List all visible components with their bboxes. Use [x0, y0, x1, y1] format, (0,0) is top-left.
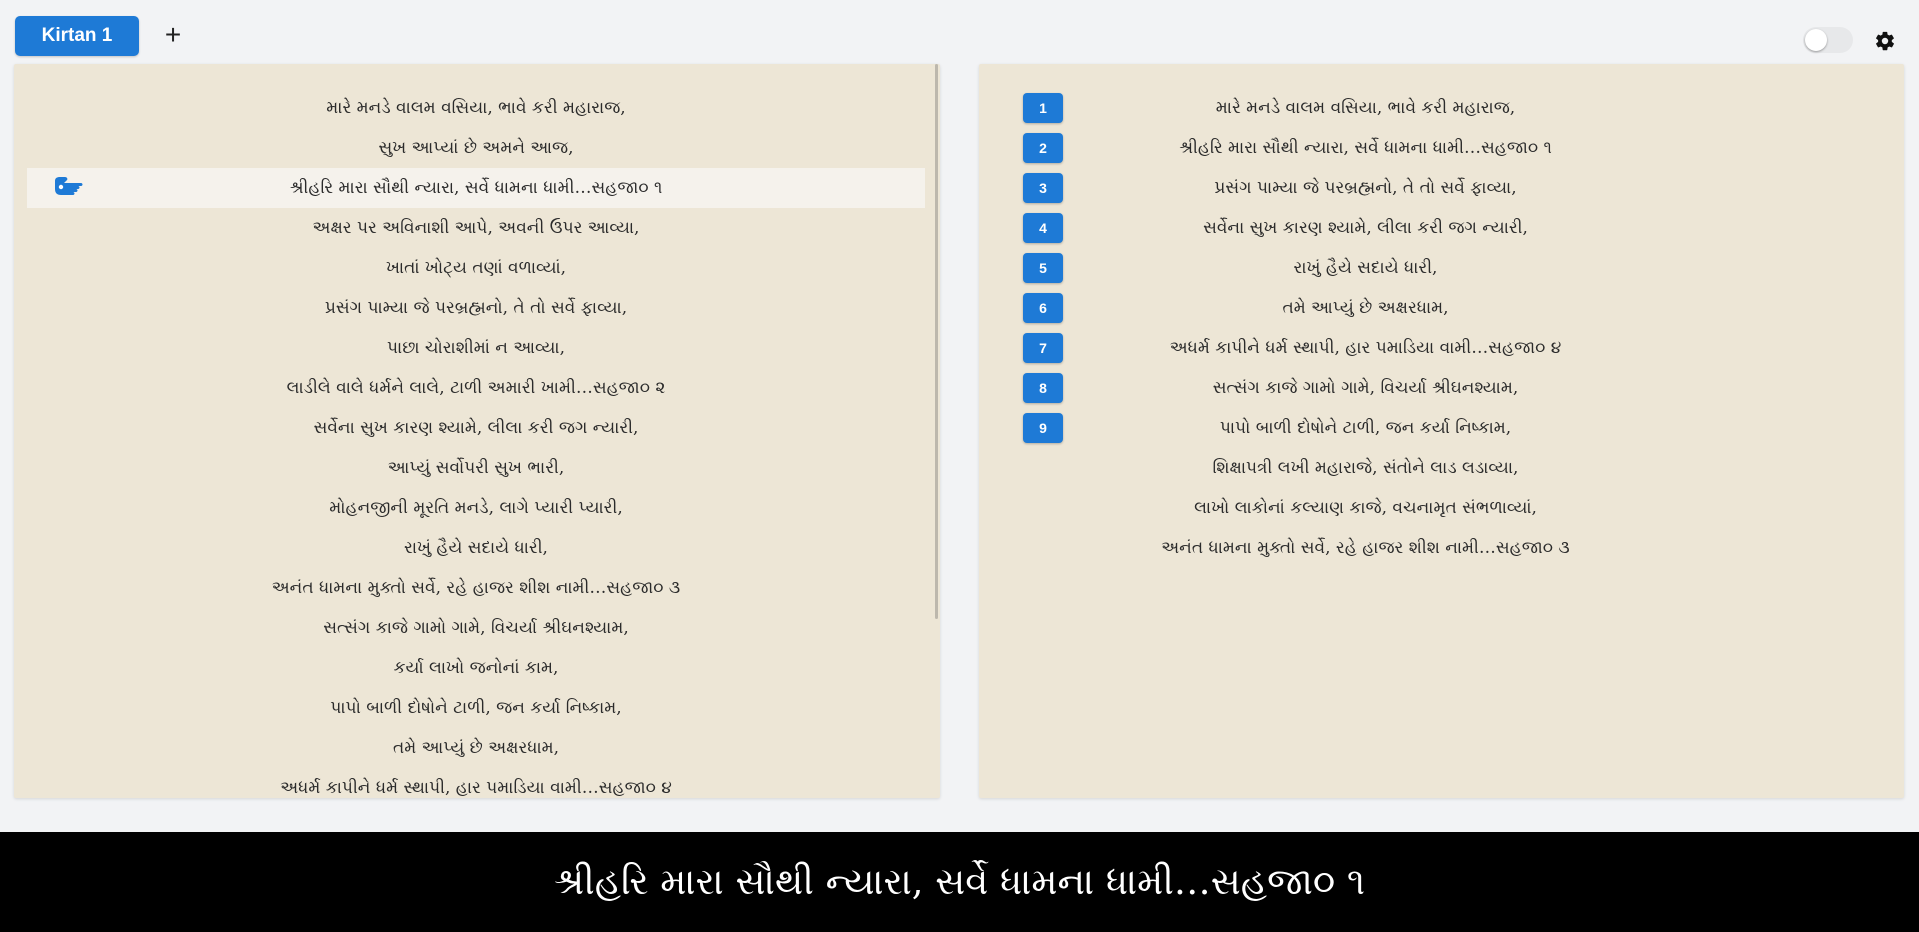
queued-line-text: લાખો લાકોનાં કલ્યાણ કાજે, વચનામૃત સંભળાવ… — [1194, 498, 1537, 518]
lyric-line[interactable]: પાપો બાળી દોષોને ટાળી, જન કર્યા નિષ્કામ, — [27, 688, 925, 728]
lyric-line[interactable]: ખાતાં ખોટ્ય તણાં વળાવ્યાં, — [27, 248, 925, 288]
queued-line-text: અનંત ધામના મુક્તો સર્વે, રહે હાજર શીશ ના… — [1161, 538, 1570, 558]
line-number-button[interactable]: 7 — [1023, 333, 1063, 363]
queued-lines-list: 1 મારે મનડે વાલમ વસિયા, ભાવે કરી મહારાજ, 2… — [979, 88, 1904, 568]
line-number-button[interactable]: 9 — [1023, 413, 1063, 443]
top-bar: Kirtan 1 + — [0, 0, 1919, 64]
queued-line[interactable]: શિક્ષાપત્રી લખી મહારાજે, સંતોને લાડ લડાવ… — [979, 448, 1904, 488]
lyric-line[interactable]: અનંત ધામના મુક્તો સર્વે, રહે હાજર શીશ ના… — [27, 568, 925, 608]
lyric-line-text: સુખ આપ્યાં છે અમને આજ, — [378, 138, 574, 158]
lyric-line[interactable]: મારે મનડે વાલમ વસિયા, ભાવે કરી મહારાજ, — [27, 88, 925, 128]
lyric-line[interactable]: પાછા ચોરાશીમાં ન આવ્યા, — [27, 328, 925, 368]
queued-line[interactable]: 7 અધર્મ કાપીને ધર્મ સ્થાપી, હાર પમાડિયા વ… — [979, 328, 1904, 368]
lyric-line-text: પ્રસંગ પામ્યા જે પરબ્રહ્મનો, તે તો સર્વે… — [324, 298, 628, 318]
projected-line-display: શ્રીહરિ મારા સૌથી ન્યારા, સર્વે ધામના ધા… — [0, 832, 1919, 932]
queued-line[interactable]: 9 પાપો બાળી દોષોને ટાળી, જન કર્યા નિષ્કામ… — [979, 408, 1904, 448]
queued-line-text: પાપો બાળી દોષોને ટાળી, જન કર્યા નિષ્કામ, — [1219, 418, 1512, 438]
lyric-line-text: તમે આપ્યું છે અક્ષરધામ, — [392, 738, 560, 758]
queued-line-text: શ્રીહરિ મારા સૌથી ન્યારા, સર્વે ધામના ધા… — [1179, 138, 1552, 158]
line-number-button[interactable]: 8 — [1023, 373, 1063, 403]
line-number-button[interactable]: 5 — [1023, 253, 1063, 283]
lyric-line-text: અક્ષર પર અવિનાશી આપે, અવની ઉપર આવ્યા, — [312, 218, 640, 238]
queued-line-text: પ્રસંગ પામ્યા જે પરબ્રહ્મનો, તે તો સર્વે… — [1214, 178, 1517, 198]
lyric-line-text: લાડીલે વાલે ધર્મને લાલે, ટાળી અમારી ખામી… — [286, 378, 666, 398]
pointing-hand-icon — [51, 175, 85, 201]
full-lyrics-panel[interactable]: મારે મનડે વાલમ વસિયા, ભાવે કરી મહારાજ, સુ… — [14, 64, 940, 798]
lyric-line[interactable]: પ્રસંગ પામ્યા જે પરબ્રહ્મનો, તે તો સર્વે… — [27, 288, 925, 328]
queued-line[interactable]: 8 સત્સંગ કાજે ગામો ગામે, વિચર્યા શ્રીઘનશ્… — [979, 368, 1904, 408]
queued-line[interactable]: 1 મારે મનડે વાલમ વસિયા, ભાવે કરી મહારાજ, — [979, 88, 1904, 128]
line-number-button[interactable]: 2 — [1023, 133, 1063, 163]
lyric-line-text: રાખું હૈયે સદાયે ધારી, — [404, 538, 548, 558]
line-number-button[interactable]: 4 — [1023, 213, 1063, 243]
lyric-line[interactable]: લાડીલે વાલે ધર્મને લાલે, ટાળી અમારી ખામી… — [27, 368, 925, 408]
lyric-line[interactable]: મોહનજીની મૂરતિ મનડે, લાગે પ્યારી પ્યારી, — [27, 488, 925, 528]
queued-line[interactable]: 4 સર્વેના સુખ કારણ શ્યામે, લીલા કરી જગ ન્… — [979, 208, 1904, 248]
line-number-button[interactable]: 1 — [1023, 93, 1063, 123]
queued-line-text: રાખું હૈયે સદાયે ધારી, — [1293, 258, 1438, 278]
queued-line[interactable]: અનંત ધામના મુક્તો સર્વે, રહે હાજર શીશ ના… — [979, 528, 1904, 568]
lyric-line[interactable]: રાખું હૈયે સદાયે ધારી, — [27, 528, 925, 568]
lyric-line[interactable]: સુખ આપ્યાં છે અમને આજ, — [27, 128, 925, 168]
toggle-knob — [1805, 29, 1827, 51]
queued-line-text: તમે આપ્યું છે અક્ષરધામ, — [1282, 298, 1449, 318]
line-number-button[interactable]: 3 — [1023, 173, 1063, 203]
queued-line-text: મારે મનડે વાલમ વસિયા, ભાવે કરી મહારાજ, — [1215, 98, 1516, 118]
lyric-line[interactable]: સર્વેના સુખ કારણ શ્યામે, લીલા કરી જગ ન્ય… — [27, 408, 925, 448]
queued-line-text: શિક્ષાપત્રી લખી મહારાજે, સંતોને લાડ લડાવ… — [1212, 458, 1519, 478]
lyric-line-text: અનંત ધામના મુક્તો સર્વે, રહે હાજર શીશ ના… — [271, 578, 681, 598]
lyric-line-text: સર્વેના સુખ કારણ શ્યામે, લીલા કરી જગ ન્ય… — [313, 418, 639, 438]
lyric-line-text: ખાતાં ખોટ્ય તણાં વળાવ્યાં, — [385, 258, 567, 278]
lyric-line-text: આપ્યું સર્વોપરી સુખ ભારી, — [387, 458, 565, 478]
lyric-line-text: પાછા ચોરાશીમાં ન આવ્યા, — [387, 338, 565, 358]
queue-panel[interactable]: 1 મારે મનડે વાલમ વસિયા, ભાવે કરી મહારાજ, 2… — [979, 64, 1904, 798]
lyric-line-text: મોહનજીની મૂરતિ મનડે, લાગે પ્યારી પ્યારી, — [329, 498, 623, 518]
gear-icon[interactable] — [1872, 28, 1898, 54]
lyric-line[interactable]: અધર્મ કાપીને ધર્મ સ્થાપી, હાર પમાડિયા વા… — [27, 768, 925, 798]
line-number-button[interactable]: 6 — [1023, 293, 1063, 323]
lyric-line-text: પાપો બાળી દોષોને ટાળી, જન કર્યા નિષ્કામ, — [330, 698, 622, 718]
projected-line-text: શ્રીહરિ મારા સૌથી ન્યારા, સર્વે ધામના ધા… — [554, 860, 1365, 903]
queued-line[interactable]: 3 પ્રસંગ પામ્યા જે પરબ્રહ્મનો, તે તો સર્વ… — [979, 168, 1904, 208]
queued-line[interactable]: 5 રાખું હૈયે સદાયે ધારી, — [979, 248, 1904, 288]
queued-line[interactable]: લાખો લાકોનાં કલ્યાણ કાજે, વચનામૃત સંભળાવ… — [979, 488, 1904, 528]
lyric-line-text: શ્રીહરિ મારા સૌથી ન્યારા, સર્વે ધામના ધા… — [289, 178, 663, 198]
lyric-line[interactable]: શ્રીહરિ મારા સૌથી ન્યારા, સર્વે ધામના ધા… — [27, 168, 925, 208]
lyric-line[interactable]: અક્ષર પર અવિનાશી આપે, અવની ઉપર આવ્યા, — [27, 208, 925, 248]
lyrics-list: મારે મનડે વાલમ વસિયા, ભાવે કરી મહારાજ, સુ… — [14, 88, 940, 798]
lyric-line-text: કર્યા લાખો જનોનાં કામ, — [393, 658, 559, 678]
queued-line[interactable]: 6 તમે આપ્યું છે અક્ષરધામ, — [979, 288, 1904, 328]
lyric-line[interactable]: તમે આપ્યું છે અક્ષરધામ, — [27, 728, 925, 768]
add-tab-button[interactable]: + — [158, 20, 188, 50]
queued-line-text: અધર્મ કાપીને ધર્મ સ્થાપી, હાર પમાડિયા વા… — [1169, 338, 1562, 358]
lyric-line-text: સત્સંગ કાજે ગામો ગામે, વિચર્યા શ્રીઘનશ્ય… — [323, 618, 629, 638]
lyric-line-text: અધર્મ કાપીને ધર્મ સ્થાપી, હાર પમાડિયા વા… — [280, 778, 672, 798]
lyric-line-text: મારે મનડે વાલમ વસિયા, ભાવે કરી મહારાજ, — [326, 98, 626, 118]
lyric-line[interactable]: સત્સંગ કાજે ગામો ગામે, વિચર્યા શ્રીઘનશ્ય… — [27, 608, 925, 648]
lyric-line[interactable]: આપ્યું સર્વોપરી સુખ ભારી, — [27, 448, 925, 488]
queued-line-text: સત્સંગ કાજે ગામો ગામે, વિચર્યા શ્રીઘનશ્ય… — [1212, 378, 1519, 398]
queued-line-text: સર્વેના સુખ કારણ શ્યામે, લીલા કરી જગ ન્ય… — [1203, 218, 1528, 238]
display-toggle[interactable] — [1803, 27, 1853, 53]
lyric-line[interactable]: કર્યા લાખો જનોનાં કામ, — [27, 648, 925, 688]
tab-kirtan-1[interactable]: Kirtan 1 — [15, 16, 139, 56]
queued-line[interactable]: 2 શ્રીહરિ મારા સૌથી ન્યારા, સર્વે ધામના ધ… — [979, 128, 1904, 168]
